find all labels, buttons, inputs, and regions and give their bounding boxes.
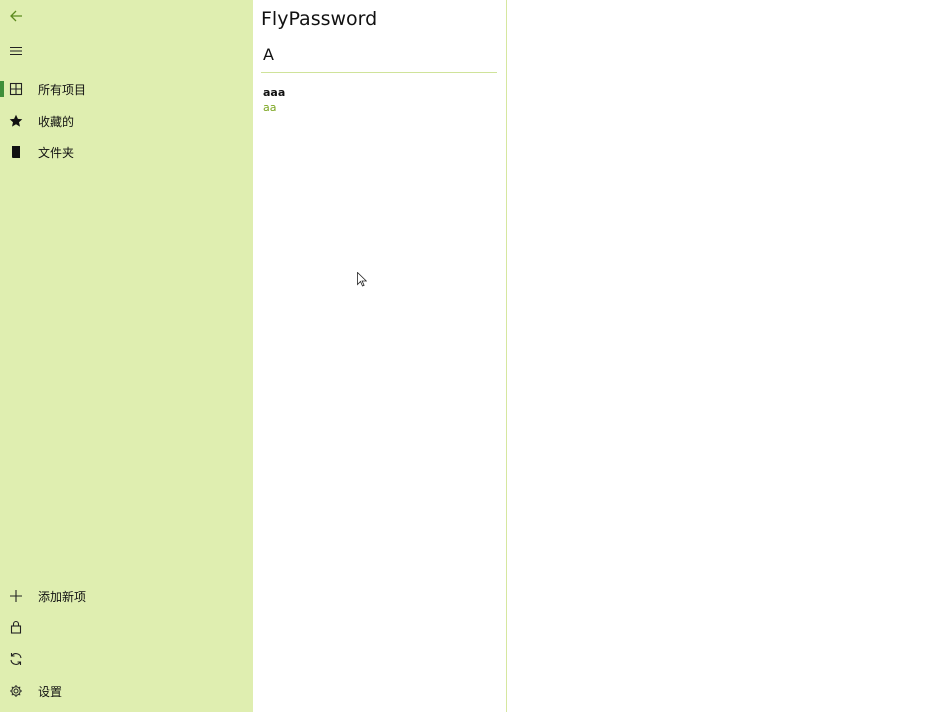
hamburger-menu-button[interactable] (0, 35, 253, 67)
lock-button[interactable] (0, 611, 253, 643)
nav-favorites-label: 收藏的 (38, 114, 75, 129)
nav-all-items[interactable]: 所有项目 (0, 73, 253, 105)
grid-icon (0, 73, 32, 105)
folder-icon (0, 136, 32, 168)
nav-folders-label: 文件夹 (38, 145, 75, 160)
sync-button[interactable] (0, 643, 253, 675)
group-header: A (263, 45, 274, 64)
add-new-item-button[interactable]: 添加新项 (0, 580, 253, 612)
nav-all-items-label: 所有项目 (38, 82, 87, 97)
item-list-pane: FlyPassword A aaa aa (253, 0, 507, 712)
detail-pane (507, 0, 950, 712)
group-divider (261, 72, 497, 73)
back-arrow-icon (0, 0, 32, 32)
mouse-cursor-icon (357, 271, 368, 291)
list-item[interactable]: aaa aa (261, 86, 497, 118)
nav-favorites[interactable]: 收藏的 (0, 105, 253, 137)
nav-folders[interactable]: 文件夹 (0, 136, 253, 168)
lock-icon (0, 611, 32, 643)
sidebar: 所有项目 收藏的 文件夹 添加新项 设置 (0, 0, 253, 712)
add-new-item-label: 添加新项 (38, 589, 87, 604)
list-item-subtitle: aa (263, 101, 277, 114)
settings-label: 设置 (38, 684, 63, 699)
settings-button[interactable]: 设置 (0, 675, 253, 707)
app-title: FlyPassword (261, 8, 378, 30)
gear-icon (0, 675, 32, 707)
star-icon (0, 105, 32, 137)
back-button[interactable] (0, 0, 253, 32)
plus-icon (0, 580, 32, 612)
sync-icon (0, 643, 32, 675)
hamburger-icon (0, 35, 32, 67)
list-item-title: aaa (263, 86, 286, 99)
